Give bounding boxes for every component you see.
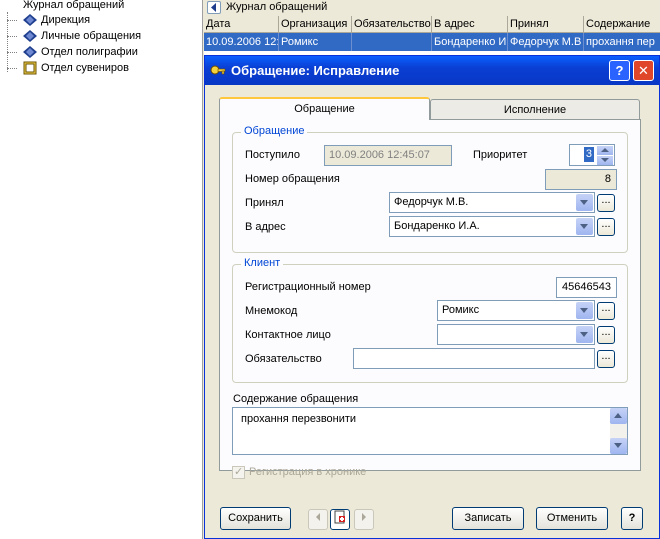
mnemo-label: Мнемокод: [245, 305, 298, 317]
cancel-button[interactable]: Отменить: [536, 507, 608, 530]
priority-label: Приоритет: [473, 149, 528, 161]
chevron-down-icon[interactable]: [576, 302, 593, 319]
table-cell: Бондаренко И: [432, 33, 508, 51]
received-label: Поступило: [245, 149, 300, 161]
content-scrollbar[interactable]: [610, 408, 627, 454]
request-dialog: Обращение: Исправление ? ✕ Исполнение Об…: [204, 55, 660, 539]
diamond-icon: [23, 30, 37, 42]
tab-request[interactable]: Обращение: [219, 97, 430, 120]
diamond-icon: [23, 46, 37, 58]
grid-header: Дата Организация Обязательство В адрес П…: [204, 16, 660, 33]
scroll-up-icon[interactable]: [610, 408, 627, 424]
tree-connector: [7, 12, 8, 72]
new-record-button[interactable]: [330, 509, 350, 530]
regnum-field[interactable]: 45646543: [556, 277, 617, 298]
mnemo-value: Ромикс: [442, 304, 480, 316]
contact-label: Контактное лицо: [245, 329, 331, 341]
next-record-button: [354, 509, 374, 530]
book-icon: [23, 61, 37, 75]
mnemo-lookup-button[interactable]: ...: [597, 302, 615, 320]
number-label: Номер обращения: [245, 173, 340, 185]
tree-connector: [7, 68, 17, 69]
help-button[interactable]: ?: [621, 507, 643, 530]
table-cell: 10.09.2006 12:: [204, 33, 279, 51]
regnum-label: Регистрационный номер: [245, 281, 371, 293]
save-button[interactable]: Сохранить: [220, 507, 291, 530]
chronicle-checkbox: [232, 465, 245, 479]
address-value: Бондаренко И.А.: [394, 220, 480, 232]
request-group-caption: Обращение: [241, 125, 308, 137]
accepted-value: Федорчук М.В.: [394, 196, 469, 208]
content-text: прохання перезвонити: [241, 413, 357, 425]
help-title-button[interactable]: ?: [609, 60, 630, 81]
number-field: 8: [545, 169, 617, 190]
stepper-down-icon[interactable]: [597, 156, 613, 165]
stepper-up-icon[interactable]: [597, 146, 613, 155]
column-header[interactable]: Дата: [204, 16, 279, 33]
diamond-icon: [23, 14, 37, 26]
accepted-lookup-button[interactable]: ...: [597, 194, 615, 212]
obligation-field[interactable]: [353, 348, 595, 369]
chronicle-label: Регистрация в хронике: [249, 466, 367, 478]
contact-lookup-button[interactable]: ...: [597, 326, 615, 344]
chevron-down-icon[interactable]: [576, 326, 593, 343]
scroll-down-icon[interactable]: [610, 438, 627, 454]
tree-item-label: Дирекция: [41, 14, 91, 26]
record-button[interactable]: Записать: [452, 507, 524, 530]
prev-record-button: [308, 509, 328, 530]
chevron-down-icon[interactable]: [576, 218, 593, 235]
dialog-title: Обращение: Исправление: [231, 63, 400, 78]
key-icon: [210, 65, 226, 75]
obligation-lookup-button[interactable]: ...: [597, 350, 615, 368]
column-header[interactable]: Организация: [279, 16, 352, 33]
content-textarea[interactable]: прохання перезвонити: [232, 407, 628, 455]
tree-item-label: Отдел сувениров: [41, 62, 130, 74]
table-cell: Федорчук М.В: [508, 33, 584, 51]
priority-value: 3: [583, 147, 594, 162]
received-field: 10.09.2006 12:45:07: [324, 145, 452, 166]
table-cell: [352, 33, 432, 51]
address-lookup-button[interactable]: ...: [597, 218, 615, 236]
chevron-down-icon[interactable]: [576, 194, 593, 211]
column-header[interactable]: Обязательство: [352, 16, 432, 33]
journal-title: Журнал обращений: [226, 1, 328, 13]
arrow-right-icon: [362, 513, 366, 521]
dialog-title-bar[interactable]: Обращение: Исправление ? ✕: [205, 56, 659, 85]
address-combo[interactable]: Бондаренко И.А.: [389, 216, 595, 237]
new-document-icon: [334, 510, 345, 524]
accepted-label: Принял: [245, 197, 284, 209]
arrow-left-icon: [211, 3, 216, 12]
tree-connector: [7, 20, 17, 21]
priority-stepper[interactable]: 3: [569, 144, 615, 166]
address-label: В адрес: [245, 221, 286, 233]
table-row[interactable]: 10.09.2006 12: Ромикс Бондаренко И Федор…: [204, 33, 660, 51]
obligation-label: Обязательство: [245, 353, 322, 365]
content-label: Содержание обращения: [233, 393, 359, 405]
column-header[interactable]: В адрес: [432, 16, 508, 33]
tree-item-label: Личные обращения: [41, 30, 142, 42]
contact-combo[interactable]: [437, 324, 595, 345]
tree-item-label: Отдел полиграфии: [41, 46, 138, 58]
tree-connector: [7, 52, 17, 53]
journal-title-bar: Журнал обращений: [204, 0, 660, 16]
tree-panel: Журнал обращений Дирекция Личные обращен…: [0, 0, 203, 539]
table-cell: Ромикс: [279, 33, 352, 51]
column-header[interactable]: Содержание: [584, 16, 660, 33]
mnemo-combo[interactable]: Ромикс: [437, 300, 595, 321]
tree-connector: [7, 36, 17, 37]
table-cell: прохання пер: [586, 36, 655, 48]
tab-execution[interactable]: Исполнение: [430, 99, 640, 121]
client-group-caption: Клиент: [241, 257, 284, 269]
accepted-combo[interactable]: Федорчук М.В.: [389, 192, 595, 213]
close-title-button[interactable]: ✕: [633, 60, 654, 81]
column-header[interactable]: Принял: [508, 16, 584, 33]
back-nav-button[interactable]: [207, 1, 221, 14]
arrow-left-icon: [316, 513, 320, 521]
